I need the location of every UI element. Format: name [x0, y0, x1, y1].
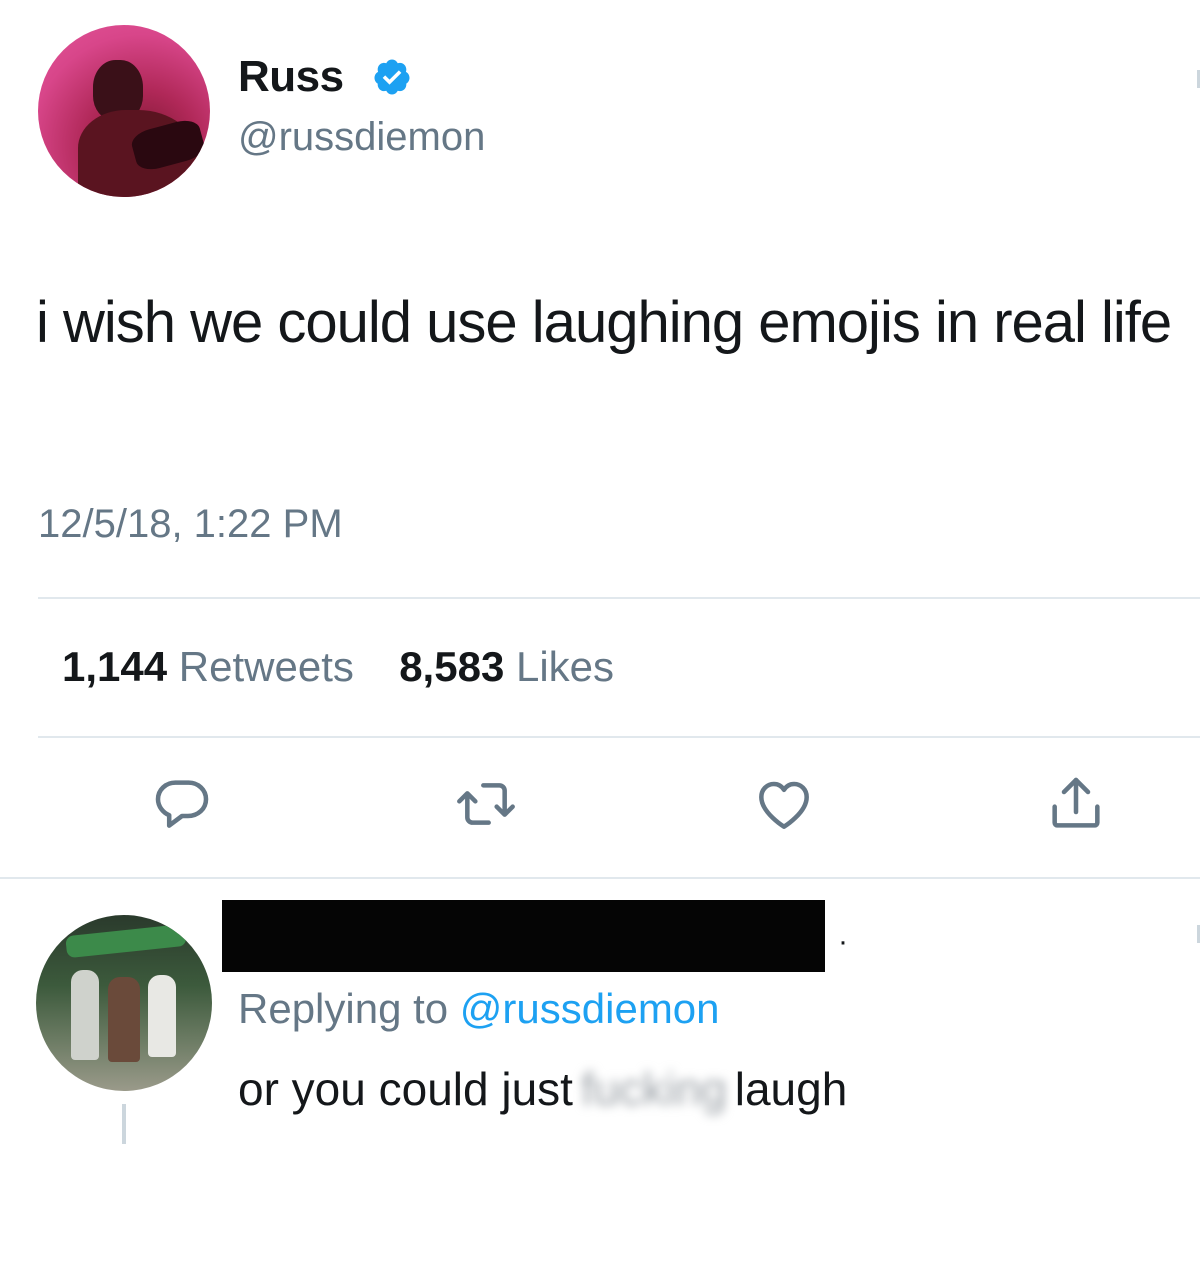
author-avatar[interactable]	[38, 25, 210, 197]
avatar-figure	[108, 977, 140, 1062]
divider	[38, 597, 1200, 599]
retweet-icon[interactable]	[454, 772, 518, 836]
avatar-figure	[148, 975, 176, 1057]
avatar-banner	[65, 923, 187, 959]
author-name[interactable]: Russ	[238, 52, 344, 102]
tweet-text: i wish we could use laughing emojis in r…	[36, 290, 1172, 355]
retweet-count[interactable]: 1,144	[62, 643, 167, 690]
retweet-label[interactable]: Retweets	[179, 643, 354, 690]
reply-icon[interactable]	[150, 772, 214, 836]
divider	[38, 736, 1200, 738]
author-handle[interactable]: @russdiemon	[238, 115, 485, 160]
divider	[0, 877, 1200, 879]
thread-connector	[122, 1104, 126, 1144]
reply-author-avatar[interactable]	[36, 915, 212, 1091]
verified-badge-icon	[372, 57, 412, 97]
replying-to-line: Replying to @russdiemon	[238, 985, 720, 1033]
redacted-author-name	[222, 900, 825, 972]
tweet-timestamp[interactable]: 12/5/18, 1:22 PM	[38, 502, 343, 547]
reply-text-before: or you could just	[238, 1063, 573, 1115]
reply-text-after: laugh	[734, 1063, 848, 1115]
separator-dot: ·	[838, 925, 848, 958]
tweet-stats: 1,144 Retweets 8,583 Likes	[62, 643, 614, 691]
reply-text: or you could just fucking laugh	[238, 1062, 847, 1116]
share-icon[interactable]	[1044, 772, 1108, 836]
avatar-figure	[71, 970, 99, 1060]
like-count[interactable]: 8,583	[399, 643, 504, 690]
like-icon[interactable]	[752, 772, 816, 836]
reply-text-blurred: fucking	[580, 1063, 727, 1115]
replying-to-prefix: Replying to	[238, 985, 449, 1032]
replying-to-mention[interactable]: @russdiemon	[460, 985, 720, 1032]
like-label[interactable]: Likes	[516, 643, 614, 690]
